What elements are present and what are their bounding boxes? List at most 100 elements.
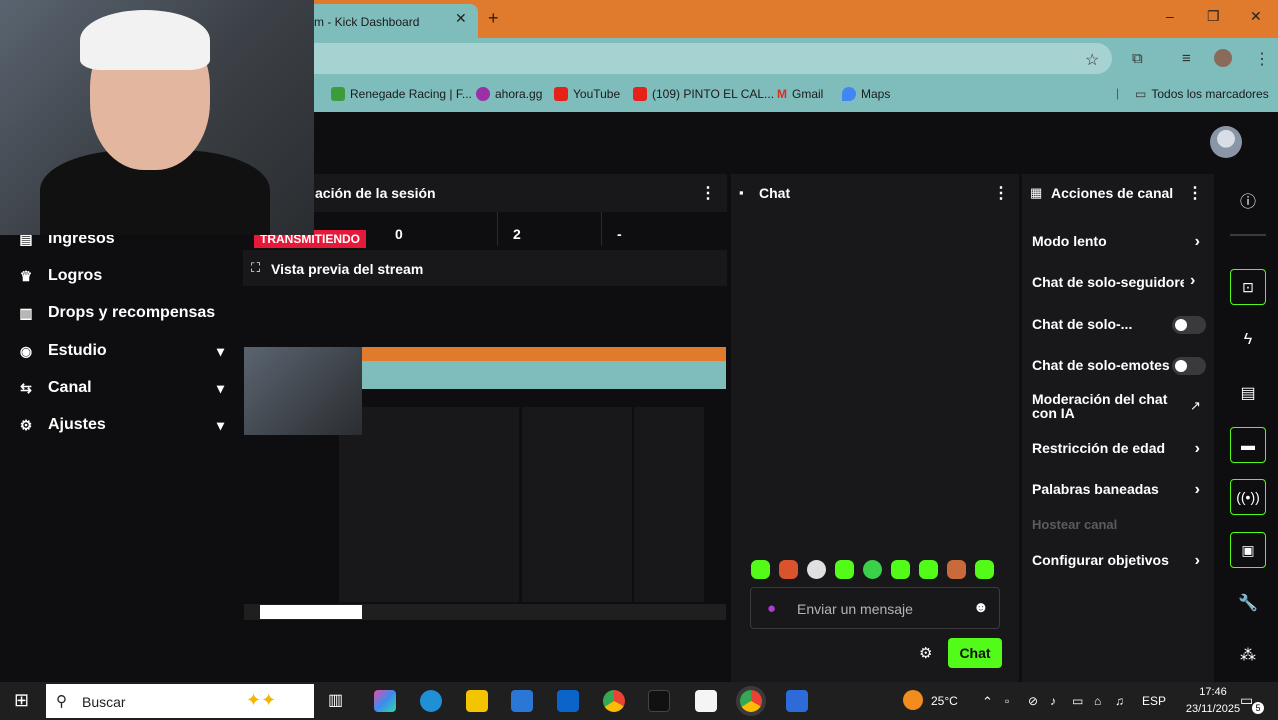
bookmark-star-icon[interactable]: ☆: [1085, 50, 1099, 70]
copilot-icon[interactable]: [374, 690, 396, 712]
action-configure-goals[interactable]: Configurar objetivos ›: [1032, 552, 1208, 569]
tray-network-icon[interactable]: ⌂: [1094, 694, 1101, 708]
action-ai-moderation[interactable]: Moderación del chat con IA: [1032, 392, 1182, 420]
tray-device-icon[interactable]: ▫: [1005, 694, 1009, 708]
tiktok-icon[interactable]: [648, 690, 670, 712]
chat-settings-gear-icon[interactable]: ⚙: [919, 644, 932, 662]
maps-icon: [842, 87, 856, 101]
tray-camera-off-icon[interactable]: ⊘: [1028, 694, 1038, 708]
chat-title: Chat: [759, 185, 791, 201]
action-slow-mode[interactable]: Modo lento ›: [1032, 233, 1208, 250]
file-explorer-icon[interactable]: [466, 690, 488, 712]
clock-date[interactable]: 23/11/2025: [1180, 703, 1246, 715]
edge-icon[interactable]: [420, 690, 442, 712]
action-emotes-only[interactable]: Chat de solo-emotes: [1032, 357, 1208, 375]
emote-icon[interactable]: [779, 560, 798, 579]
sidebar-item-canal[interactable]: ⇆ Canal ▾: [18, 379, 224, 397]
microsoft-store-icon[interactable]: [511, 690, 533, 712]
minimize-button[interactable]: –: [1166, 8, 1174, 24]
weather-icon[interactable]: [903, 690, 923, 710]
lightning-icon[interactable]: ϟ: [1238, 331, 1258, 349]
emote-icon[interactable]: [919, 560, 938, 579]
maximize-button[interactable]: ❐: [1207, 8, 1220, 25]
action-age-restriction[interactable]: Restricción de edad ›: [1032, 440, 1208, 457]
preview-title: Vista previa del stream: [271, 261, 424, 277]
bookmark-item[interactable]: Renegade Racing | F...: [331, 87, 472, 101]
user-avatar[interactable]: [1210, 126, 1242, 158]
browser-menu-icon[interactable]: ⋮: [1254, 49, 1270, 69]
emoji-icon[interactable]: ☻: [973, 599, 989, 616]
profile-avatar-icon[interactable]: [1214, 49, 1232, 67]
action-subscribers-only[interactable]: Chat de solo-...: [1032, 316, 1208, 334]
emote-icon[interactable]: [807, 560, 826, 579]
chrome-active-icon[interactable]: [740, 690, 762, 712]
actions-menu-icon[interactable]: ⋮: [1187, 183, 1203, 203]
emotes-only-toggle[interactable]: [1172, 357, 1206, 375]
wrench-icon[interactable]: 🔧: [1238, 593, 1258, 613]
media-control-icon[interactable]: ≡: [1182, 50, 1191, 67]
external-link-icon[interactable]: ↗: [1190, 398, 1201, 414]
bookmark-item[interactable]: (109) PINTO EL CAL...: [633, 87, 774, 101]
bookmark-item[interactable]: M Gmail: [777, 87, 823, 101]
tray-microphone-icon[interactable]: ♪: [1050, 694, 1056, 708]
input-language[interactable]: ESP: [1142, 694, 1166, 708]
bookmark-item[interactable]: ahora.gg: [476, 87, 542, 101]
task-view-icon[interactable]: ▥: [328, 690, 343, 710]
address-bar[interactable]: [300, 43, 1112, 74]
sidebar-item-logros[interactable]: ♛ Logros: [18, 267, 224, 285]
emote-icon[interactable]: [947, 560, 966, 579]
actions-panel-icon: ▣: [1241, 542, 1255, 558]
apps-icon[interactable]: ⁂: [1238, 645, 1258, 665]
chrome-icon[interactable]: [603, 690, 625, 712]
document-icon[interactable]: ▤: [1238, 383, 1258, 403]
emote-icon[interactable]: [863, 560, 882, 579]
tray-chevron-up-icon[interactable]: ⌃: [982, 694, 993, 710]
windows-start-icon[interactable]: ⊞: [14, 690, 29, 711]
weather-temperature[interactable]: 25°C: [931, 694, 958, 708]
chevron-right-icon[interactable]: ›: [1190, 272, 1195, 290]
all-bookmarks-button[interactable]: ▭ Todos los marcadores: [1135, 87, 1269, 101]
close-window-button[interactable]: ✕: [1250, 8, 1262, 25]
emote-icon[interactable]: [975, 560, 994, 579]
action-followers-only[interactable]: Chat de solo-seguidores: [1032, 274, 1184, 290]
document-app-icon[interactable]: [695, 690, 717, 712]
stream-preview-image[interactable]: [244, 347, 726, 620]
bookmark-favicon-icon: [476, 87, 490, 101]
outlook-icon[interactable]: [557, 690, 579, 712]
emote-icon[interactable]: [751, 560, 770, 579]
chat-message-input[interactable]: ● Enviar un mensaje ☻: [750, 587, 1000, 629]
new-tab-button[interactable]: +: [488, 8, 499, 29]
youtube-icon: [633, 87, 647, 101]
bookmark-separator: |: [1116, 86, 1120, 100]
notification-count-badge: 5: [1252, 702, 1264, 714]
taskbar-search-placeholder: Buscar: [82, 694, 126, 710]
action-banned-words[interactable]: Palabras baneadas ›: [1032, 481, 1208, 498]
taskbar-search[interactable]: ⚲ Buscar ✦✦: [46, 684, 314, 718]
emote-icon[interactable]: [891, 560, 910, 579]
clock-time[interactable]: 17:46: [1186, 686, 1240, 698]
tray-display-icon[interactable]: ▭: [1072, 694, 1083, 708]
info-icon[interactable]: ⓘ: [1238, 188, 1258, 212]
tray-volume-icon[interactable]: ♫: [1115, 694, 1124, 708]
rail-preview-button[interactable]: ⊡: [1230, 269, 1266, 305]
session-menu-icon[interactable]: ⋮: [700, 183, 716, 203]
sidebar-item-ajustes[interactable]: ⚙ Ajustes ▾: [18, 416, 224, 434]
subscribers-only-toggle[interactable]: [1172, 316, 1206, 334]
tab-close-icon[interactable]: ✕: [455, 10, 467, 27]
rail-broadcast-button[interactable]: ((•)): [1230, 479, 1266, 515]
extensions-icon[interactable]: ⧉: [1132, 50, 1143, 67]
emote-icon[interactable]: [835, 560, 854, 579]
rail-actions-button[interactable]: ▣: [1230, 532, 1266, 568]
bookmark-item[interactable]: Maps: [842, 87, 890, 101]
stat-value: -: [617, 226, 622, 242]
chat-menu-icon[interactable]: ⋮: [993, 183, 1009, 203]
sidebar-item-drops[interactable]: ▥ Drops y recompensas: [18, 304, 224, 322]
browser-tab-active[interactable]: m - Kick Dashboard: [300, 4, 478, 38]
bookmark-item[interactable]: YouTube: [554, 87, 620, 101]
app-icon[interactable]: [786, 690, 808, 712]
microphone-icon[interactable]: ●: [767, 600, 776, 617]
sidebar-item-estudio[interactable]: ◉ Estudio ▾: [18, 342, 224, 360]
chat-send-button[interactable]: Chat: [948, 638, 1002, 668]
rail-chat-button[interactable]: ▬: [1230, 427, 1266, 463]
preview-thumb-actions: [634, 407, 704, 602]
